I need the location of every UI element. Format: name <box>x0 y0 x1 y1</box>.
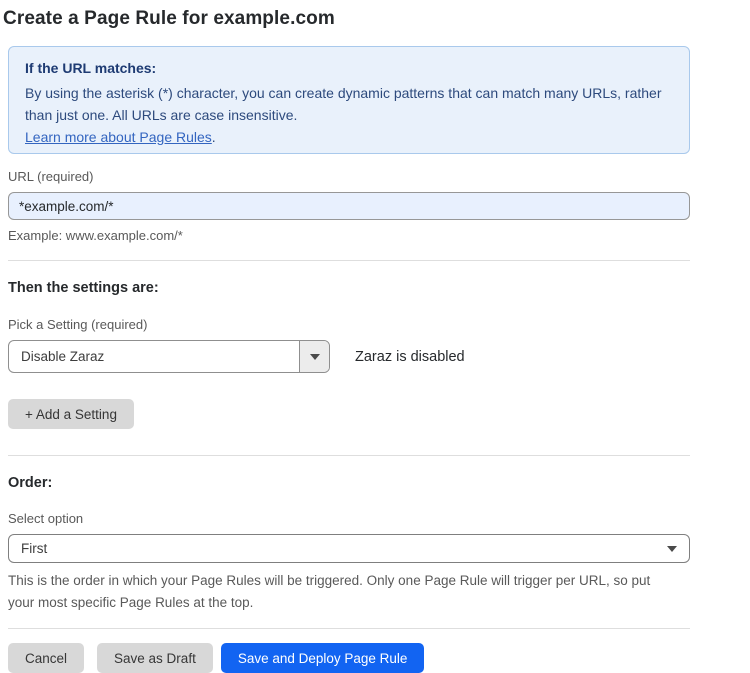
pick-setting-label: Pick a Setting (required) <box>8 317 690 332</box>
divider <box>8 628 690 629</box>
cancel-button[interactable]: Cancel <box>8 643 84 673</box>
setting-select-arrow-button[interactable] <box>299 341 329 372</box>
divider <box>8 455 690 456</box>
save-and-deploy-button[interactable]: Save and Deploy Page Rule <box>221 643 425 673</box>
page-title: Create a Page Rule for example.com <box>3 8 750 30</box>
chevron-down-icon <box>667 546 677 552</box>
chevron-down-icon <box>310 354 320 360</box>
link-period: . <box>212 129 216 145</box>
order-select[interactable]: First <box>8 534 690 563</box>
form-actions: Cancel Save as Draft Save and Deploy Pag… <box>8 643 690 673</box>
setting-row: Disable Zaraz Zaraz is disabled <box>8 340 690 373</box>
setting-select-value: Disable Zaraz <box>9 341 299 372</box>
add-setting-button[interactable]: + Add a Setting <box>8 399 134 429</box>
settings-section-heading: Then the settings are: <box>8 280 690 296</box>
info-box-body: By using the asterisk (*) character, you… <box>25 82 665 148</box>
order-select-label: Select option <box>8 511 690 526</box>
divider <box>8 260 690 261</box>
url-matches-info-box: If the URL matches: By using the asteris… <box>8 46 690 154</box>
info-box-heading: If the URL matches: <box>25 60 673 76</box>
page-rule-form: Create a Page Rule for example.com If th… <box>0 0 750 673</box>
order-select-value: First <box>21 541 667 556</box>
order-help-text: This is the order in which your Page Rul… <box>8 570 680 614</box>
learn-more-link[interactable]: Learn more about Page Rules <box>25 129 212 145</box>
setting-select[interactable]: Disable Zaraz <box>8 340 330 373</box>
url-field-label: URL (required) <box>8 169 690 184</box>
url-example-text: Example: www.example.com/* <box>8 228 690 243</box>
url-input[interactable] <box>8 192 690 220</box>
save-as-draft-button[interactable]: Save as Draft <box>97 643 213 673</box>
setting-status-text: Zaraz is disabled <box>355 349 465 365</box>
order-section-heading: Order: <box>8 475 690 491</box>
info-box-body-text: By using the asterisk (*) character, you… <box>25 85 662 123</box>
